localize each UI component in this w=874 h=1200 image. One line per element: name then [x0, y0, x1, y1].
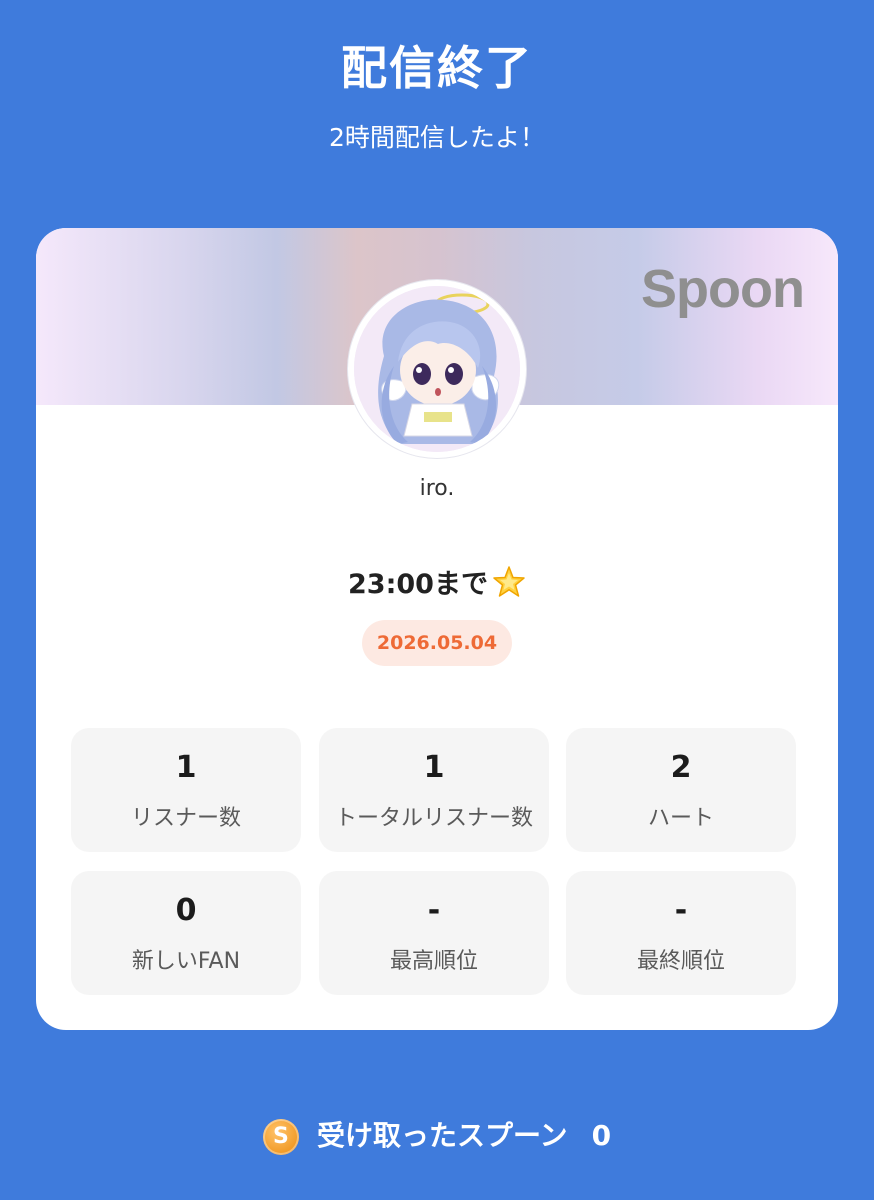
- stat-value: 0: [175, 893, 197, 928]
- page-title: 配信終了: [341, 41, 533, 95]
- stat-label: 新しいFAN: [131, 949, 241, 974]
- star-icon: [493, 566, 525, 597]
- broadcast-caption: 23:00まで: [36, 562, 838, 601]
- date-badge: 2026.05.04: [362, 620, 512, 666]
- stat-listeners: 1 リスナー数: [71, 728, 301, 852]
- caption-text: 23:00まで: [348, 569, 488, 600]
- page-subtitle: 2時間配信したよ！: [329, 123, 545, 152]
- stat-value: 1: [423, 750, 445, 785]
- received-spoons-label: 受け取ったスプーン: [316, 1119, 568, 1152]
- stat-value: 2: [670, 750, 692, 785]
- stat-highest-rank: - 最高順位: [319, 871, 549, 995]
- stat-label: 最高順位: [389, 949, 478, 974]
- stat-value: -: [674, 893, 688, 928]
- stat-value: -: [427, 893, 441, 928]
- broadcast-summary-card: Spoon iro. 23:00まで 2026.05.04 1 リスナー数 1 …: [36, 228, 838, 1030]
- stat-label: トータルリスナー数: [334, 806, 533, 831]
- stat-value: 1: [175, 750, 197, 785]
- received-spoons-count: 0: [591, 1119, 612, 1152]
- avatar[interactable]: [348, 280, 526, 458]
- stat-hearts: 2 ハート: [566, 728, 796, 852]
- stat-final-rank: - 最終順位: [566, 871, 796, 995]
- stat-new-fans: 0 新しいFAN: [71, 871, 301, 995]
- stat-label: リスナー数: [130, 806, 241, 831]
- stat-label: 最終順位: [636, 949, 725, 974]
- stat-total-listeners: 1 トータルリスナー数: [319, 728, 549, 852]
- username: iro.: [419, 476, 455, 501]
- spoon-coin-icon: S: [262, 1119, 299, 1155]
- spoon-logo: Spoon: [641, 259, 805, 319]
- avatar-image: [354, 286, 520, 452]
- received-spoons: S 受け取ったスプーン 0: [0, 1114, 874, 1158]
- stat-label: ハート: [647, 806, 714, 831]
